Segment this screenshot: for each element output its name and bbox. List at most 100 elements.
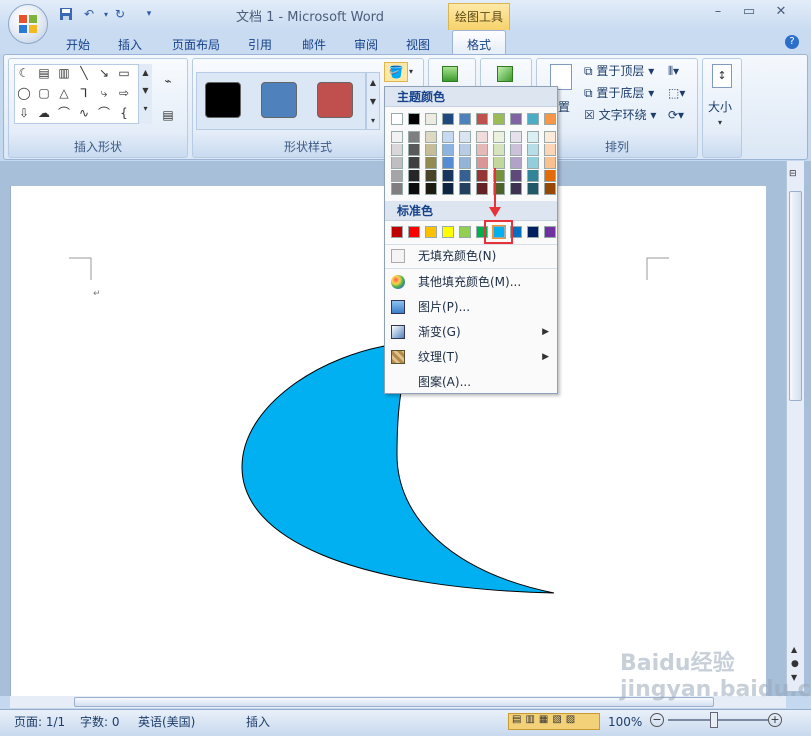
theme-shade-swatch[interactable]: [425, 170, 437, 182]
theme-shade-swatch[interactable]: [527, 144, 539, 156]
scroll-thumb[interactable]: [789, 191, 802, 401]
elbow-connector-icon[interactable]: ⅂: [76, 86, 92, 100]
brace-icon[interactable]: {: [116, 106, 132, 120]
theme-shade-swatch[interactable]: [476, 144, 488, 156]
rounded-rect-icon[interactable]: ▢: [36, 86, 52, 100]
tab-insert[interactable]: 插入: [110, 33, 150, 55]
status-page[interactable]: 页面: 1/1: [14, 713, 65, 731]
standard-color-swatch[interactable]: [425, 226, 437, 238]
theme-shade-swatch[interactable]: [510, 157, 522, 169]
theme-shade-swatch[interactable]: [425, 144, 437, 156]
rectangle-icon[interactable]: ▭: [116, 66, 132, 80]
zoom-out-icon[interactable]: −: [650, 713, 664, 727]
redo-icon[interactable]: ↻: [111, 6, 129, 22]
align-icon[interactable]: ⫴▾: [668, 62, 679, 80]
save-icon[interactable]: [57, 6, 75, 22]
theme-shade-swatch[interactable]: [425, 131, 437, 143]
theme-shade-swatch[interactable]: [425, 183, 437, 195]
theme-shade-swatch[interactable]: [391, 144, 403, 156]
restore-icon[interactable]: ▭: [738, 4, 760, 22]
line-icon[interactable]: ╲: [76, 66, 92, 80]
pattern-fill-item[interactable]: 图案(A)...: [385, 370, 557, 394]
gradient-fill-item[interactable]: 渐变(G) ▶: [385, 320, 557, 344]
triangle-icon[interactable]: △: [56, 86, 72, 100]
tab-format[interactable]: 格式: [452, 30, 506, 55]
tab-mailings[interactable]: 邮件: [294, 33, 334, 55]
standard-color-swatch[interactable]: [408, 226, 420, 238]
theme-color-swatch[interactable]: [476, 113, 488, 125]
cloud-icon[interactable]: ☁: [36, 106, 52, 120]
standard-color-swatch[interactable]: [527, 226, 539, 238]
text-wrap-button[interactable]: ☒ 文字环绕 ▾: [584, 106, 656, 124]
bring-to-front-button[interactable]: ⧉ 置于顶层 ▾: [584, 62, 654, 80]
standard-color-swatch[interactable]: [492, 225, 506, 239]
theme-shade-swatch[interactable]: [391, 170, 403, 182]
standard-color-swatch[interactable]: [510, 226, 522, 238]
theme-shade-swatch[interactable]: [476, 183, 488, 195]
theme-shade-swatch[interactable]: [408, 144, 420, 156]
theme-shade-swatch[interactable]: [493, 131, 505, 143]
zoom-slider-thumb[interactable]: [710, 712, 718, 728]
ruler-toggle-icon[interactable]: ⊟: [789, 169, 801, 185]
size-icon[interactable]: ↕: [712, 64, 732, 88]
zoom-slider[interactable]: [668, 719, 768, 721]
theme-shade-swatch[interactable]: [493, 144, 505, 156]
office-button[interactable]: [8, 4, 48, 44]
tab-references[interactable]: 引用: [240, 33, 280, 55]
tab-view[interactable]: 视图: [398, 33, 438, 55]
standard-color-swatch[interactable]: [476, 226, 488, 238]
theme-shade-swatch[interactable]: [527, 157, 539, 169]
standard-color-swatch[interactable]: [391, 226, 403, 238]
theme-shade-swatch[interactable]: [527, 131, 539, 143]
theme-shade-swatch[interactable]: [544, 131, 556, 143]
curve-icon[interactable]: ∿: [76, 106, 92, 120]
theme-shade-swatch[interactable]: [442, 170, 454, 182]
right-arrow-icon[interactable]: ⇨: [116, 86, 132, 100]
theme-shade-swatch[interactable]: [493, 170, 505, 182]
theme-shade-swatch[interactable]: [476, 131, 488, 143]
theme-shade-swatch[interactable]: [527, 183, 539, 195]
standard-color-swatch[interactable]: [544, 226, 556, 238]
theme-shade-swatch[interactable]: [408, 157, 420, 169]
theme-shade-swatch[interactable]: [544, 170, 556, 182]
vertical-scrollbar[interactable]: ⊟ ▲ ● ▼: [786, 161, 804, 691]
undo-icon[interactable]: ↶: [80, 6, 98, 22]
theme-shade-swatch[interactable]: [442, 183, 454, 195]
theme-color-swatch[interactable]: [408, 113, 420, 125]
theme-shade-swatch[interactable]: [544, 157, 556, 169]
style-swatch-red[interactable]: [317, 82, 353, 118]
gallery-scroll[interactable]: ▲ ▼ ▾: [138, 64, 152, 124]
theme-color-swatch[interactable]: [391, 113, 403, 125]
theme-shade-swatch[interactable]: [459, 144, 471, 156]
standard-color-swatch[interactable]: [459, 226, 471, 238]
shadow-effects-icon[interactable]: [442, 66, 458, 82]
theme-shade-swatch[interactable]: [408, 183, 420, 195]
theme-shade-swatch[interactable]: [391, 131, 403, 143]
customize-qat-icon[interactable]: ▾: [140, 6, 158, 22]
oval-icon[interactable]: ◯: [16, 86, 32, 100]
theme-shade-swatch[interactable]: [391, 157, 403, 169]
status-words[interactable]: 字数: 0: [80, 713, 120, 731]
status-language[interactable]: 英语(美国): [138, 713, 195, 731]
tab-page-layout[interactable]: 页面布局: [166, 33, 226, 55]
hscroll-thumb[interactable]: [74, 697, 714, 707]
theme-shade-swatch[interactable]: [442, 144, 454, 156]
arc-icon[interactable]: ⌒: [96, 106, 112, 120]
style-gallery-scroll[interactable]: ▲ ▼ ▾: [366, 72, 380, 130]
edit-shape-icon[interactable]: ⌁: [158, 74, 178, 88]
theme-shade-swatch[interactable]: [459, 157, 471, 169]
theme-color-swatch[interactable]: [510, 113, 522, 125]
tab-home[interactable]: 开始: [58, 33, 98, 55]
freeform-icon[interactable]: ⌒: [56, 106, 72, 120]
zoom-level[interactable]: 100%: [608, 713, 642, 731]
no-fill-item[interactable]: 无填充颜色(N): [385, 244, 557, 268]
theme-shade-swatch[interactable]: [459, 183, 471, 195]
theme-shade-swatch[interactable]: [442, 157, 454, 169]
theme-color-swatch[interactable]: [459, 113, 471, 125]
theme-color-swatch[interactable]: [425, 113, 437, 125]
theme-shade-swatch[interactable]: [527, 170, 539, 182]
theme-shade-swatch[interactable]: [408, 131, 420, 143]
group-objects-icon[interactable]: ⬚▾: [668, 84, 685, 102]
fill-dropdown-icon[interactable]: ▾: [409, 62, 421, 82]
theme-shade-swatch[interactable]: [459, 131, 471, 143]
